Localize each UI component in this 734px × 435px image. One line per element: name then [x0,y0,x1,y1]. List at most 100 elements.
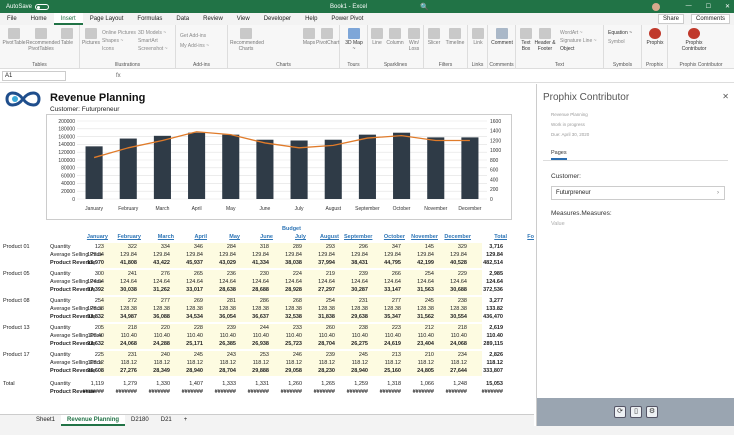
recommended-pivottables-button[interactable]: Recommended PivotTables [26,28,60,52]
table-cell: 36,054 [219,314,236,320]
maximize-button[interactable]: ☐ [706,3,711,10]
table-cell: 254 [325,298,335,304]
sparkline-winloss-button[interactable]: Win/ Loss [406,28,422,52]
tab-developer[interactable]: Developer [257,13,298,25]
autosave[interactable]: AutoSave [6,3,50,10]
tab-insert[interactable]: Insert [53,13,83,25]
customer-select[interactable]: Futurpreneur › [551,186,725,200]
tab-file[interactable]: File [0,13,24,25]
sheet-tab-d21[interactable]: D21 [155,415,178,426]
comment-button[interactable]: Comment [490,28,514,46]
table-cell: 334 [160,244,170,250]
name-box[interactable]: A1 [2,71,66,81]
tab-formulas[interactable]: Formulas [130,13,169,25]
table-button[interactable]: Table [58,28,76,46]
get-addins-button[interactable]: Get Add-ins [180,33,206,39]
fx-icon[interactable]: fx [116,73,121,79]
3d-models-button[interactable]: 3D Models ~ [138,30,166,36]
recommended-charts-button[interactable]: Recommended Charts [230,28,264,52]
table-cell: 110.40 [384,333,401,339]
3d-map-button[interactable]: 3D Map ~ [344,28,364,52]
close-button[interactable]: ✕ [725,3,730,10]
table-cell: 225 [94,352,104,358]
table-cell: 129.84 [219,252,236,258]
total-revenue-cell: ####### [412,389,434,395]
link-icon [472,28,484,39]
tab-view[interactable]: View [230,13,257,25]
table-cell: 31,262 [153,287,170,293]
pictures-button[interactable]: Pictures [82,28,100,46]
table-cell: 129.84 [120,252,137,258]
meta-report: Revenue Planning [551,112,588,117]
screenshot-button[interactable]: Screenshot ~ [138,46,168,52]
text-box-button[interactable]: Text Box [518,28,534,52]
table-cell: 30,688 [450,287,467,293]
status-bar [0,426,734,435]
meta-status: Work in progress [551,122,585,127]
sheet-tab-revenue-planning[interactable]: Revenue Planning [61,415,126,426]
table-cell: 118.12 [318,360,335,366]
tab-review[interactable]: Review [196,13,230,25]
signature-line-button[interactable]: Signature Line ~ [560,38,597,44]
tab-pages[interactable]: Pages [551,150,567,160]
tab-power-pivot[interactable]: Power Pivot [324,13,370,25]
shapes-button[interactable]: Shapes ~ [102,38,123,44]
group-text: Text Box Header & Footer WordArt ~ Signa… [516,25,604,69]
comments-button[interactable]: Comments [690,14,730,24]
pivotchart-button[interactable]: PivotChart [316,28,339,46]
slicer-button[interactable]: Slicer [426,28,442,46]
link-button[interactable]: Link [470,28,486,46]
timeline-button[interactable]: Timeline [444,28,466,46]
maps-icon [303,28,315,39]
header-footer-button[interactable]: Header & Footer [534,28,556,52]
minimize-button[interactable]: — [686,3,692,10]
month-header: December [444,234,471,240]
table-cell: 38,431 [351,260,368,266]
month-header: January [86,234,108,240]
tab-help[interactable]: Help [298,13,324,25]
online-pictures-button[interactable]: Online Pictures [102,30,136,36]
table-cell: 230 [259,271,269,277]
worksheet[interactable]: Revenue Planning Customer: Futurpreneur … [0,84,534,414]
group-addins: Get Add-ins My Add-ins ~ Add-ins [176,25,228,69]
table-cell: 110.40 [318,333,335,339]
sheet-tab-d2180[interactable]: D2180 [125,415,155,426]
equation-button[interactable]: Equation ~ [608,30,632,36]
sparkline-column-button[interactable]: Column [386,28,404,46]
my-addins-button[interactable]: My Add-ins ~ [180,43,209,49]
symbol-button[interactable]: Symbol [608,39,625,45]
pivottable-button[interactable]: PivotTable [2,28,26,46]
table-cell: 118.12 [120,360,137,366]
smartart-button[interactable]: SmartArt [138,38,158,44]
tab-page-layout[interactable]: Page Layout [83,13,131,25]
avatar[interactable] [652,2,660,11]
refresh-icon[interactable]: ⟳ [614,406,626,418]
x-tick-label: May [226,206,236,212]
sheet-tab-sheet1[interactable]: Sheet1 [30,415,61,426]
add-sheet-button[interactable]: + [178,415,194,426]
tab-data[interactable]: Data [169,13,196,25]
table-cell: 15,970 [87,260,104,266]
tab-home[interactable]: Home [24,13,54,25]
y-tick-right-label: 800 [490,158,499,164]
icons-button[interactable]: Icons [102,46,114,52]
product-name: Product 01 [3,244,30,250]
wordart-button[interactable]: WordArt ~ [560,30,583,36]
prophix-button[interactable]: Prophix [644,28,666,46]
sparkline-line-button[interactable]: Line [370,28,384,46]
table-cell: 238 [358,325,368,331]
total-revenue-cell: ####### [445,389,467,395]
share-button[interactable]: Share [657,14,684,24]
autosave-toggle[interactable] [35,3,50,10]
search-icon[interactable]: 🔍 [420,3,429,11]
trash-icon[interactable]: ▯ [630,406,642,418]
panel-close-icon[interactable]: ✕ [722,92,729,101]
revenue-chart[interactable]: 200000 180000 160000 140000 120000 100000 8000… [46,114,512,220]
maps-button[interactable]: Maps [302,28,316,46]
settings-icon[interactable]: ⚙ [646,406,658,418]
table-cell: 24,068 [120,341,137,347]
measures-value[interactable]: Value [551,221,734,227]
product-name: Product 17 [3,352,30,358]
prophix-contributor-button[interactable]: Prophix Contributor [674,28,714,52]
object-button[interactable]: Object [560,46,574,52]
